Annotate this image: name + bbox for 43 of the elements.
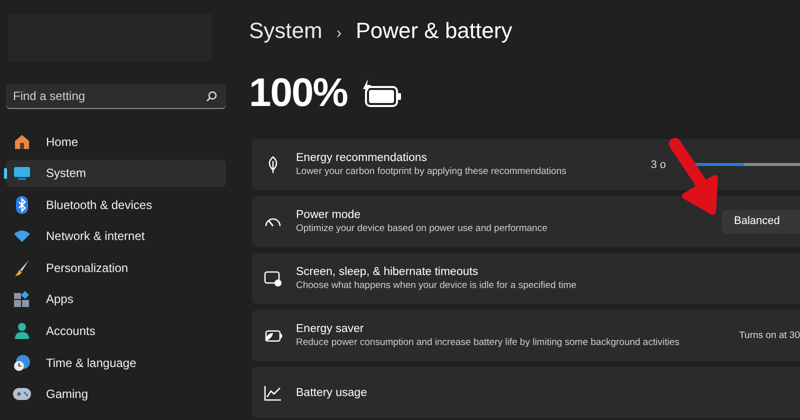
battery-leaf-icon <box>262 328 284 342</box>
nav-item[interactable]: Personalization <box>6 254 226 282</box>
setting-title: Battery usage <box>296 386 368 398</box>
setting-title: Screen, sleep, & hibernate timeouts <box>296 266 480 278</box>
power-mode-dropdown[interactable]: Balanced <box>722 210 800 234</box>
setting-description: Reduce power consumption and increase battery life by limiting some background activities <box>296 337 680 348</box>
setting-status: Turns on at 30 <box>739 330 800 341</box>
breadcrumb-separator: › <box>336 25 342 43</box>
line-chart-icon <box>262 384 284 400</box>
setting-card[interactable]: Battery usage <box>252 367 800 418</box>
search-field[interactable]: Find a setting <box>6 84 226 109</box>
setting-card[interactable]: Energy recommendations Lower your carbon footprint by applying these recommendations 3 o <box>252 139 800 190</box>
search-icon <box>206 91 217 102</box>
nav-item[interactable]: System <box>6 160 226 187</box>
setting-title: Energy recommendations <box>296 152 428 164</box>
nav-item[interactable]: Network & internet <box>6 222 226 250</box>
wifi-icon <box>12 229 32 244</box>
selection-indicator <box>4 168 7 179</box>
monitor-icon <box>12 166 32 180</box>
battery-percentage: 100% <box>249 70 348 116</box>
setting-card[interactable]: Screen, sleep, & hibernate timeouts Choose what happens when your device is idle for a specified time <box>252 253 800 304</box>
screen-icon <box>262 270 284 286</box>
page-title: Power & battery <box>356 18 512 44</box>
setting-title: Power mode <box>296 209 362 221</box>
breadcrumb-link[interactable]: System <box>249 18 322 44</box>
nav-item[interactable]: Gaming <box>6 380 226 408</box>
setting-card[interactable]: Energy saver Reduce power consumption and increase battery life by limiting some background activities Turns on at 30 <box>252 310 800 361</box>
person-icon <box>12 322 32 340</box>
setting-description: Choose what happens when your device is idle for a specified time <box>296 280 578 291</box>
nav-item[interactable]: Apps <box>6 286 226 313</box>
nav-item[interactable]: Time & language <box>6 349 226 376</box>
globe-clock-icon <box>12 354 32 372</box>
nav-item[interactable]: Home <box>6 128 226 155</box>
gamepad-icon <box>12 387 32 402</box>
setting-title: Energy saver <box>296 323 365 335</box>
apps-icon <box>12 290 32 308</box>
setting-description: Optimize your device based on power use and performance <box>296 223 548 234</box>
home-icon <box>12 132 32 150</box>
nav-item[interactable]: Bluetooth & devices <box>6 191 226 218</box>
setting-description: Lower your carbon footprint by applying these recommendations <box>296 166 568 177</box>
nav-item[interactable]: Accounts <box>6 318 226 345</box>
progress-reading: 3 o <box>650 158 666 170</box>
setting-card[interactable]: Power mode Optimize your device based on power use and performance Balanced <box>252 196 800 247</box>
